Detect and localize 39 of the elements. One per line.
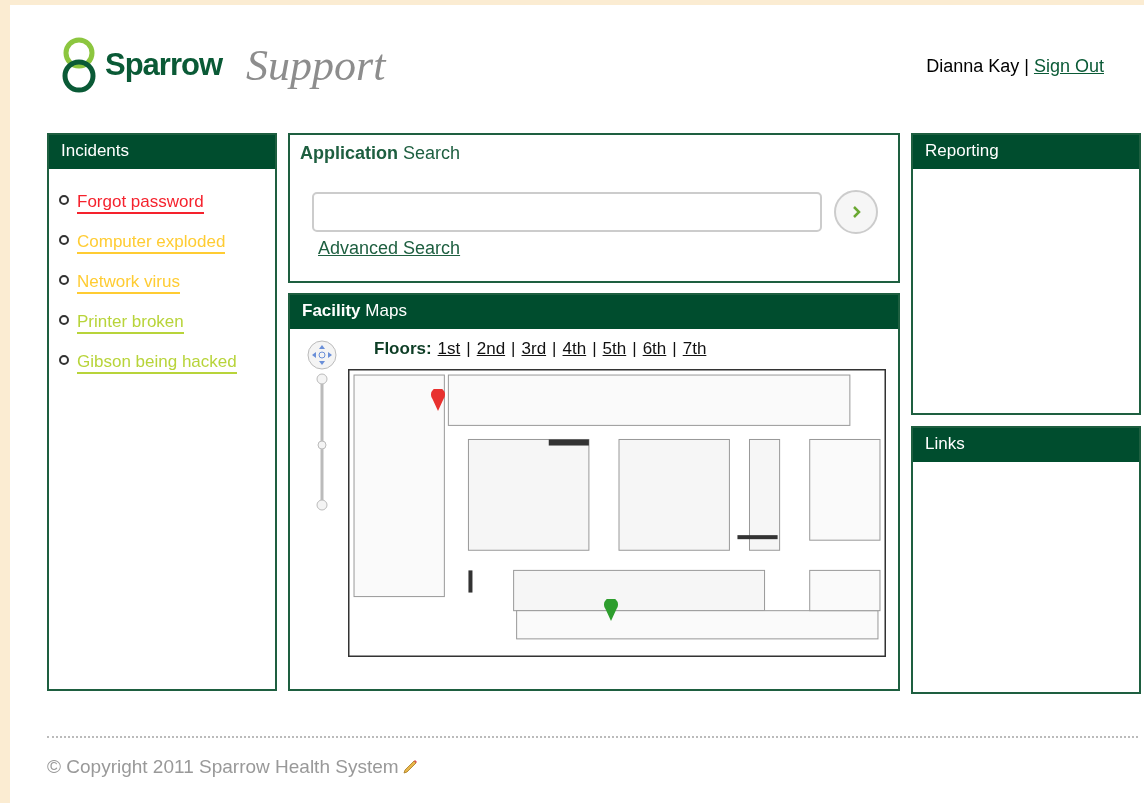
- copyright-text: © Copyright 2011 Sparrow Health System: [47, 756, 399, 778]
- user-name: Dianna Kay: [926, 56, 1020, 77]
- brand-name: Sparrow: [105, 47, 223, 83]
- pan-control-icon[interactable]: [306, 339, 338, 371]
- search-button[interactable]: [834, 190, 878, 234]
- panel-title: Links: [913, 428, 1139, 462]
- bullet-icon: [59, 235, 69, 245]
- separator: |: [672, 339, 677, 359]
- separator: |: [592, 339, 597, 359]
- bullet-icon: [59, 315, 69, 325]
- search-field[interactable]: [312, 192, 822, 232]
- zoom-slider-icon[interactable]: [315, 373, 329, 511]
- panel-title: Facility Maps: [290, 295, 898, 329]
- map-pin-icon[interactable]: [431, 389, 446, 412]
- panel-title: Application Search: [300, 143, 462, 164]
- separator: |: [552, 339, 557, 359]
- sign-out-link[interactable]: Sign Out: [1033, 56, 1104, 77]
- bullet-icon: [59, 275, 69, 285]
- separator: |: [1024, 56, 1029, 77]
- panel-title: Reporting: [913, 135, 1139, 169]
- separator: |: [511, 339, 516, 359]
- bullet-icon: [59, 195, 69, 205]
- floor-link[interactable]: 1st: [437, 339, 461, 359]
- panel-title: Incidents: [49, 135, 275, 169]
- advanced-search-link[interactable]: Advanced Search: [318, 238, 461, 259]
- floor-link[interactable]: 5th: [602, 339, 627, 359]
- floor-link[interactable]: 6th: [642, 339, 667, 359]
- incident-link[interactable]: Forgot password: [77, 192, 204, 214]
- map-pin-icon[interactable]: [603, 599, 618, 622]
- floor-link[interactable]: 3rd: [521, 339, 547, 359]
- separator: |: [466, 339, 471, 359]
- floor-link[interactable]: 4th: [562, 339, 587, 359]
- separator: |: [632, 339, 637, 359]
- pencil-icon[interactable]: [401, 759, 418, 775]
- floor-link[interactable]: 2nd: [476, 339, 506, 359]
- floors-label: Floors:: [374, 339, 432, 359]
- bullet-icon: [59, 355, 69, 365]
- floor-link[interactable]: 7th: [682, 339, 707, 359]
- product-name: Support: [246, 39, 386, 91]
